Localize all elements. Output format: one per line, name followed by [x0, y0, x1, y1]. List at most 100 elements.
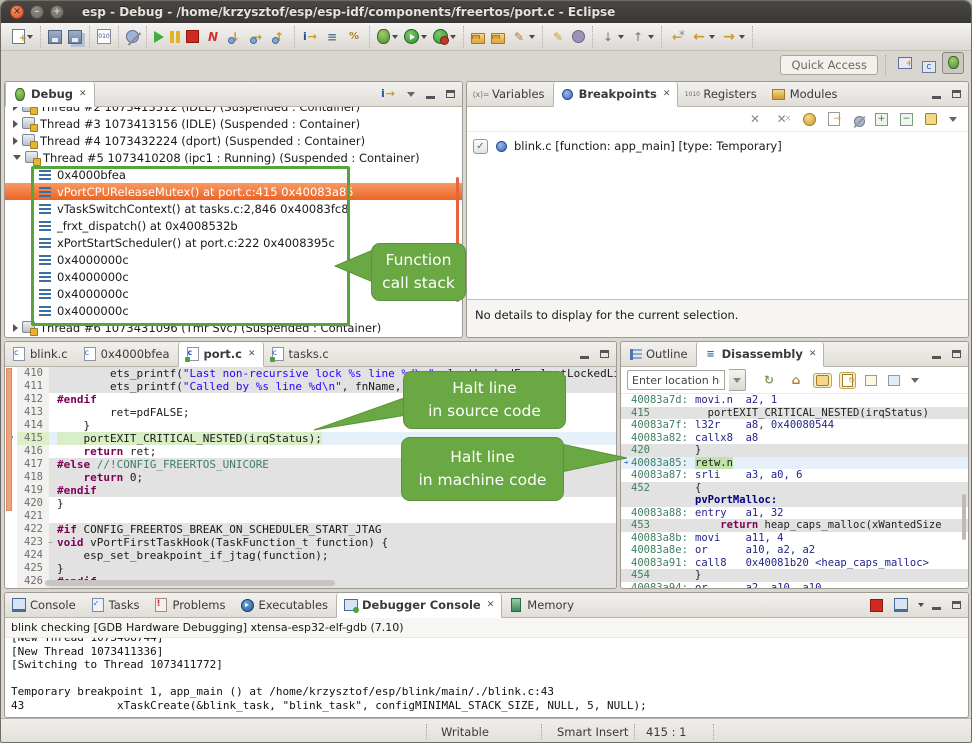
back-icon[interactable] [689, 28, 717, 46]
dropdown-caret-icon[interactable] [27, 35, 33, 39]
breakpoint-item[interactable]: blink.c [function: app_main] [type: Temp… [467, 132, 968, 160]
disassembly-row[interactable]: 415 portEXIT_CRITICAL_NESTED(irqStatus) [621, 407, 968, 420]
code-text[interactable]: } [49, 562, 616, 575]
display-console-icon[interactable] [892, 597, 910, 613]
ext-tools-icon[interactable] [431, 28, 458, 45]
terminate-console-icon[interactable] [868, 598, 885, 613]
disassembly-scrollbar[interactable] [962, 494, 966, 540]
tab-variables[interactable]: Variables [467, 82, 553, 106]
tab-outline[interactable]: Outline [621, 342, 696, 366]
code-text[interactable]: #if CONFIG_FREERTOS_BREAK_ON_SCHEDULER_S… [49, 523, 616, 536]
code-line[interactable]: 423void vPortFirstTaskHook(TaskFunction_… [5, 536, 616, 549]
remove-all-bp-icon[interactable] [773, 110, 793, 128]
goto-file-icon[interactable] [826, 111, 842, 127]
line-number[interactable]: 424 [17, 549, 49, 562]
tab-disassembly[interactable]: Disassembly [696, 342, 825, 367]
tab-0x4000bfea[interactable]: 0x4000bfea [76, 342, 178, 366]
disassembly-row[interactable]: 452{ [621, 482, 968, 495]
tab-console[interactable]: Console [5, 593, 84, 617]
code-text[interactable]: void vPortFirstTaskHook(TaskFunction_t f… [49, 536, 616, 549]
open-element-icon[interactable] [469, 29, 487, 45]
disassembly-row[interactable]: 453 return heap_caps_malloc(xWantedSize [621, 519, 968, 532]
skip-all-bp-icon[interactable] [850, 113, 865, 126]
minimize-icon[interactable] [424, 89, 437, 100]
filters-gear-icon[interactable] [570, 29, 587, 44]
collapse-all-icon[interactable] [898, 112, 915, 127]
next-annotation-icon[interactable] [598, 28, 626, 46]
tab-blink-c[interactable]: blink.c [5, 342, 76, 366]
halt-instruction-row[interactable]: ➔40083a85:retw.n [621, 457, 968, 470]
debug-perspective-icon[interactable] [942, 52, 964, 74]
disassembly-row[interactable]: 40083a82:callx8 a8 [621, 432, 968, 445]
save-icon[interactable] [46, 29, 64, 45]
terminate-icon[interactable] [184, 29, 201, 44]
dropdown-caret-icon[interactable] [648, 35, 654, 39]
thread-row[interactable]: Thread #5 1073410208 (ipc1 : Running) (S… [5, 149, 462, 166]
console-output[interactable]: [New Thread 1073468744][New Thread 10734… [5, 638, 968, 714]
close-tab-icon[interactable] [487, 600, 495, 610]
view-menu-icon[interactable] [405, 91, 417, 98]
line-number[interactable]: 412 [17, 393, 49, 406]
istep-icon[interactable] [300, 28, 320, 46]
suspend-icon[interactable] [168, 30, 182, 44]
mark-occurrences-icon[interactable] [548, 28, 568, 46]
debug-call-stack-tree[interactable]: Thread #2 1073413312 (IDLE) (Suspended :… [5, 107, 462, 337]
resume-icon[interactable] [152, 30, 166, 44]
disassembly-listing[interactable]: 40083a7d:movi.n a2, 1415 portEXIT_CRITIC… [621, 394, 968, 588]
view-menu-icon[interactable] [947, 116, 959, 123]
line-number[interactable]: 422 [17, 523, 49, 536]
line-number[interactable]: 413 [17, 406, 49, 419]
line-number[interactable]: 414 [17, 419, 49, 432]
close-tab-icon[interactable] [79, 89, 87, 99]
disassembly-row[interactable]: pvPortMalloc: [621, 494, 968, 507]
disassembly-row[interactable]: 40083a94:or a2, a10, a10 [621, 582, 968, 589]
line-number[interactable]: 421 [17, 510, 49, 523]
stack-frame-row[interactable]: 0x4000000c [5, 302, 462, 319]
minimize-icon[interactable] [930, 89, 943, 100]
line-number[interactable]: 415 [17, 432, 49, 445]
step-over-icon[interactable] [247, 28, 267, 46]
line-number[interactable]: 419 [17, 484, 49, 497]
disassembly-row[interactable]: 40083a8e:or a10, a2, a2 [621, 544, 968, 557]
dropdown-caret-icon[interactable] [918, 603, 924, 607]
close-tab-icon[interactable] [248, 349, 256, 359]
tab-tasks-c[interactable]: tasks.c [264, 342, 337, 366]
stack-frame-row[interactable]: 0x4000bfea [5, 166, 462, 183]
tab-debugger-console[interactable]: Debugger Console [336, 593, 502, 618]
last-edit-icon[interactable] [667, 28, 687, 46]
disassembly-row[interactable]: 40083a91:call8 0x40081b20 <heap_caps_mal… [621, 557, 968, 570]
code-text[interactable] [49, 510, 616, 523]
editor-horizontal-scrollbar[interactable] [45, 580, 335, 586]
location-input[interactable] [627, 370, 725, 390]
line-number[interactable]: 411 [17, 380, 49, 393]
close-tab-icon[interactable] [663, 89, 671, 99]
close-tab-icon[interactable] [809, 349, 817, 359]
code-line[interactable]: 422#if CONFIG_FREERTOS_BREAK_ON_SCHEDULE… [5, 523, 616, 536]
new-view-icon[interactable] [863, 374, 879, 387]
disassembly-row[interactable]: 420} [621, 444, 968, 457]
code-text[interactable]: esp_set_breakpoint_if_jtag(function); [49, 549, 616, 562]
link-type-icon[interactable] [923, 112, 939, 126]
disassembly-row[interactable]: 454} [621, 569, 968, 582]
view-menu-icon[interactable] [909, 377, 921, 384]
location-dropdown-icon[interactable] [729, 369, 746, 391]
expander-collapsed-icon[interactable] [13, 324, 18, 332]
line-number[interactable]: 420 [17, 497, 49, 510]
step-filters-icon[interactable] [344, 28, 364, 46]
binary-icon[interactable] [95, 28, 113, 45]
line-number[interactable]: 423 [17, 536, 49, 549]
disassembly-row[interactable]: 40083a7f:l32r a8, 0x40080544 [621, 419, 968, 432]
line-number[interactable]: 416 [17, 445, 49, 458]
pin-view-icon[interactable] [886, 374, 902, 387]
expander-collapsed-icon[interactable] [13, 120, 18, 128]
expander-expanded-icon[interactable] [13, 155, 21, 160]
minimize-icon[interactable] [578, 349, 591, 360]
disassembly-row[interactable]: 40083a88:entry a1, 32 [621, 507, 968, 520]
dropdown-caret-icon[interactable] [739, 35, 745, 39]
step-return-icon[interactable] [269, 28, 289, 46]
disassembly-row[interactable]: 40083a7d:movi.n a2, 1 [621, 394, 968, 407]
tab-registers[interactable]: Registers [678, 82, 764, 106]
expander-collapsed-icon[interactable] [13, 107, 18, 111]
run-launch-icon[interactable] [402, 28, 429, 45]
remove-all-terminated-icon[interactable] [351, 85, 371, 103]
